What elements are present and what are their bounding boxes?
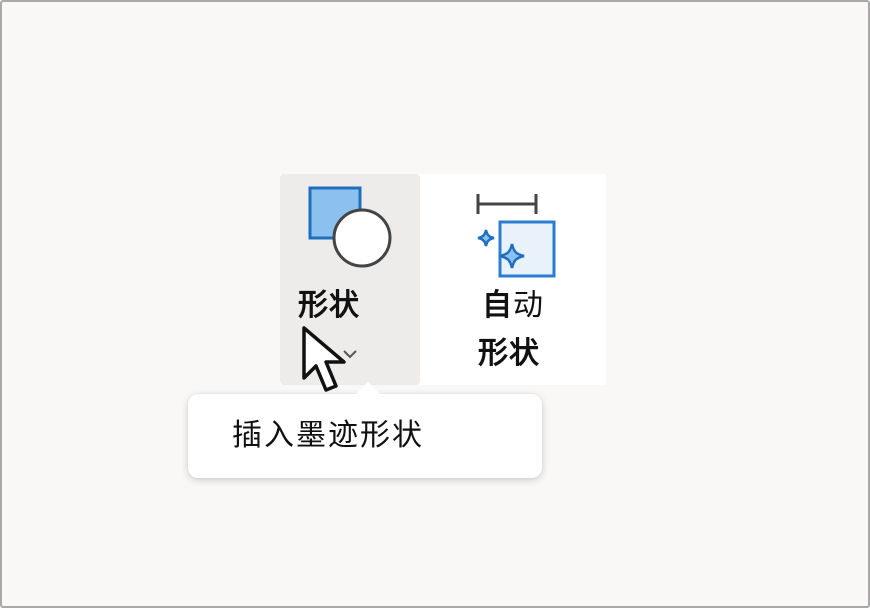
auto-shapes-label-line1: 自动 bbox=[482, 286, 544, 326]
tooltip-text: 插入墨迹形状 bbox=[232, 418, 424, 453]
auto-shapes-label-regular: 动 bbox=[513, 288, 544, 323]
tooltip-arrow bbox=[356, 382, 380, 394]
window-frame: 形状 自动 形状 插入墨迹形状 bbox=[0, 0, 870, 608]
auto-shapes-label-line2: 形状 bbox=[478, 336, 540, 371]
auto-shapes-button[interactable]: 自动 形状 bbox=[432, 174, 606, 385]
shapes-icon bbox=[308, 186, 392, 268]
shapes-button-label: 形状 bbox=[298, 288, 360, 323]
auto-shapes-icon bbox=[476, 194, 556, 278]
mouse-pointer-icon bbox=[302, 326, 346, 392]
tooltip: 插入墨迹形状 bbox=[188, 382, 542, 478]
auto-shapes-label-bold: 自 bbox=[482, 288, 513, 323]
